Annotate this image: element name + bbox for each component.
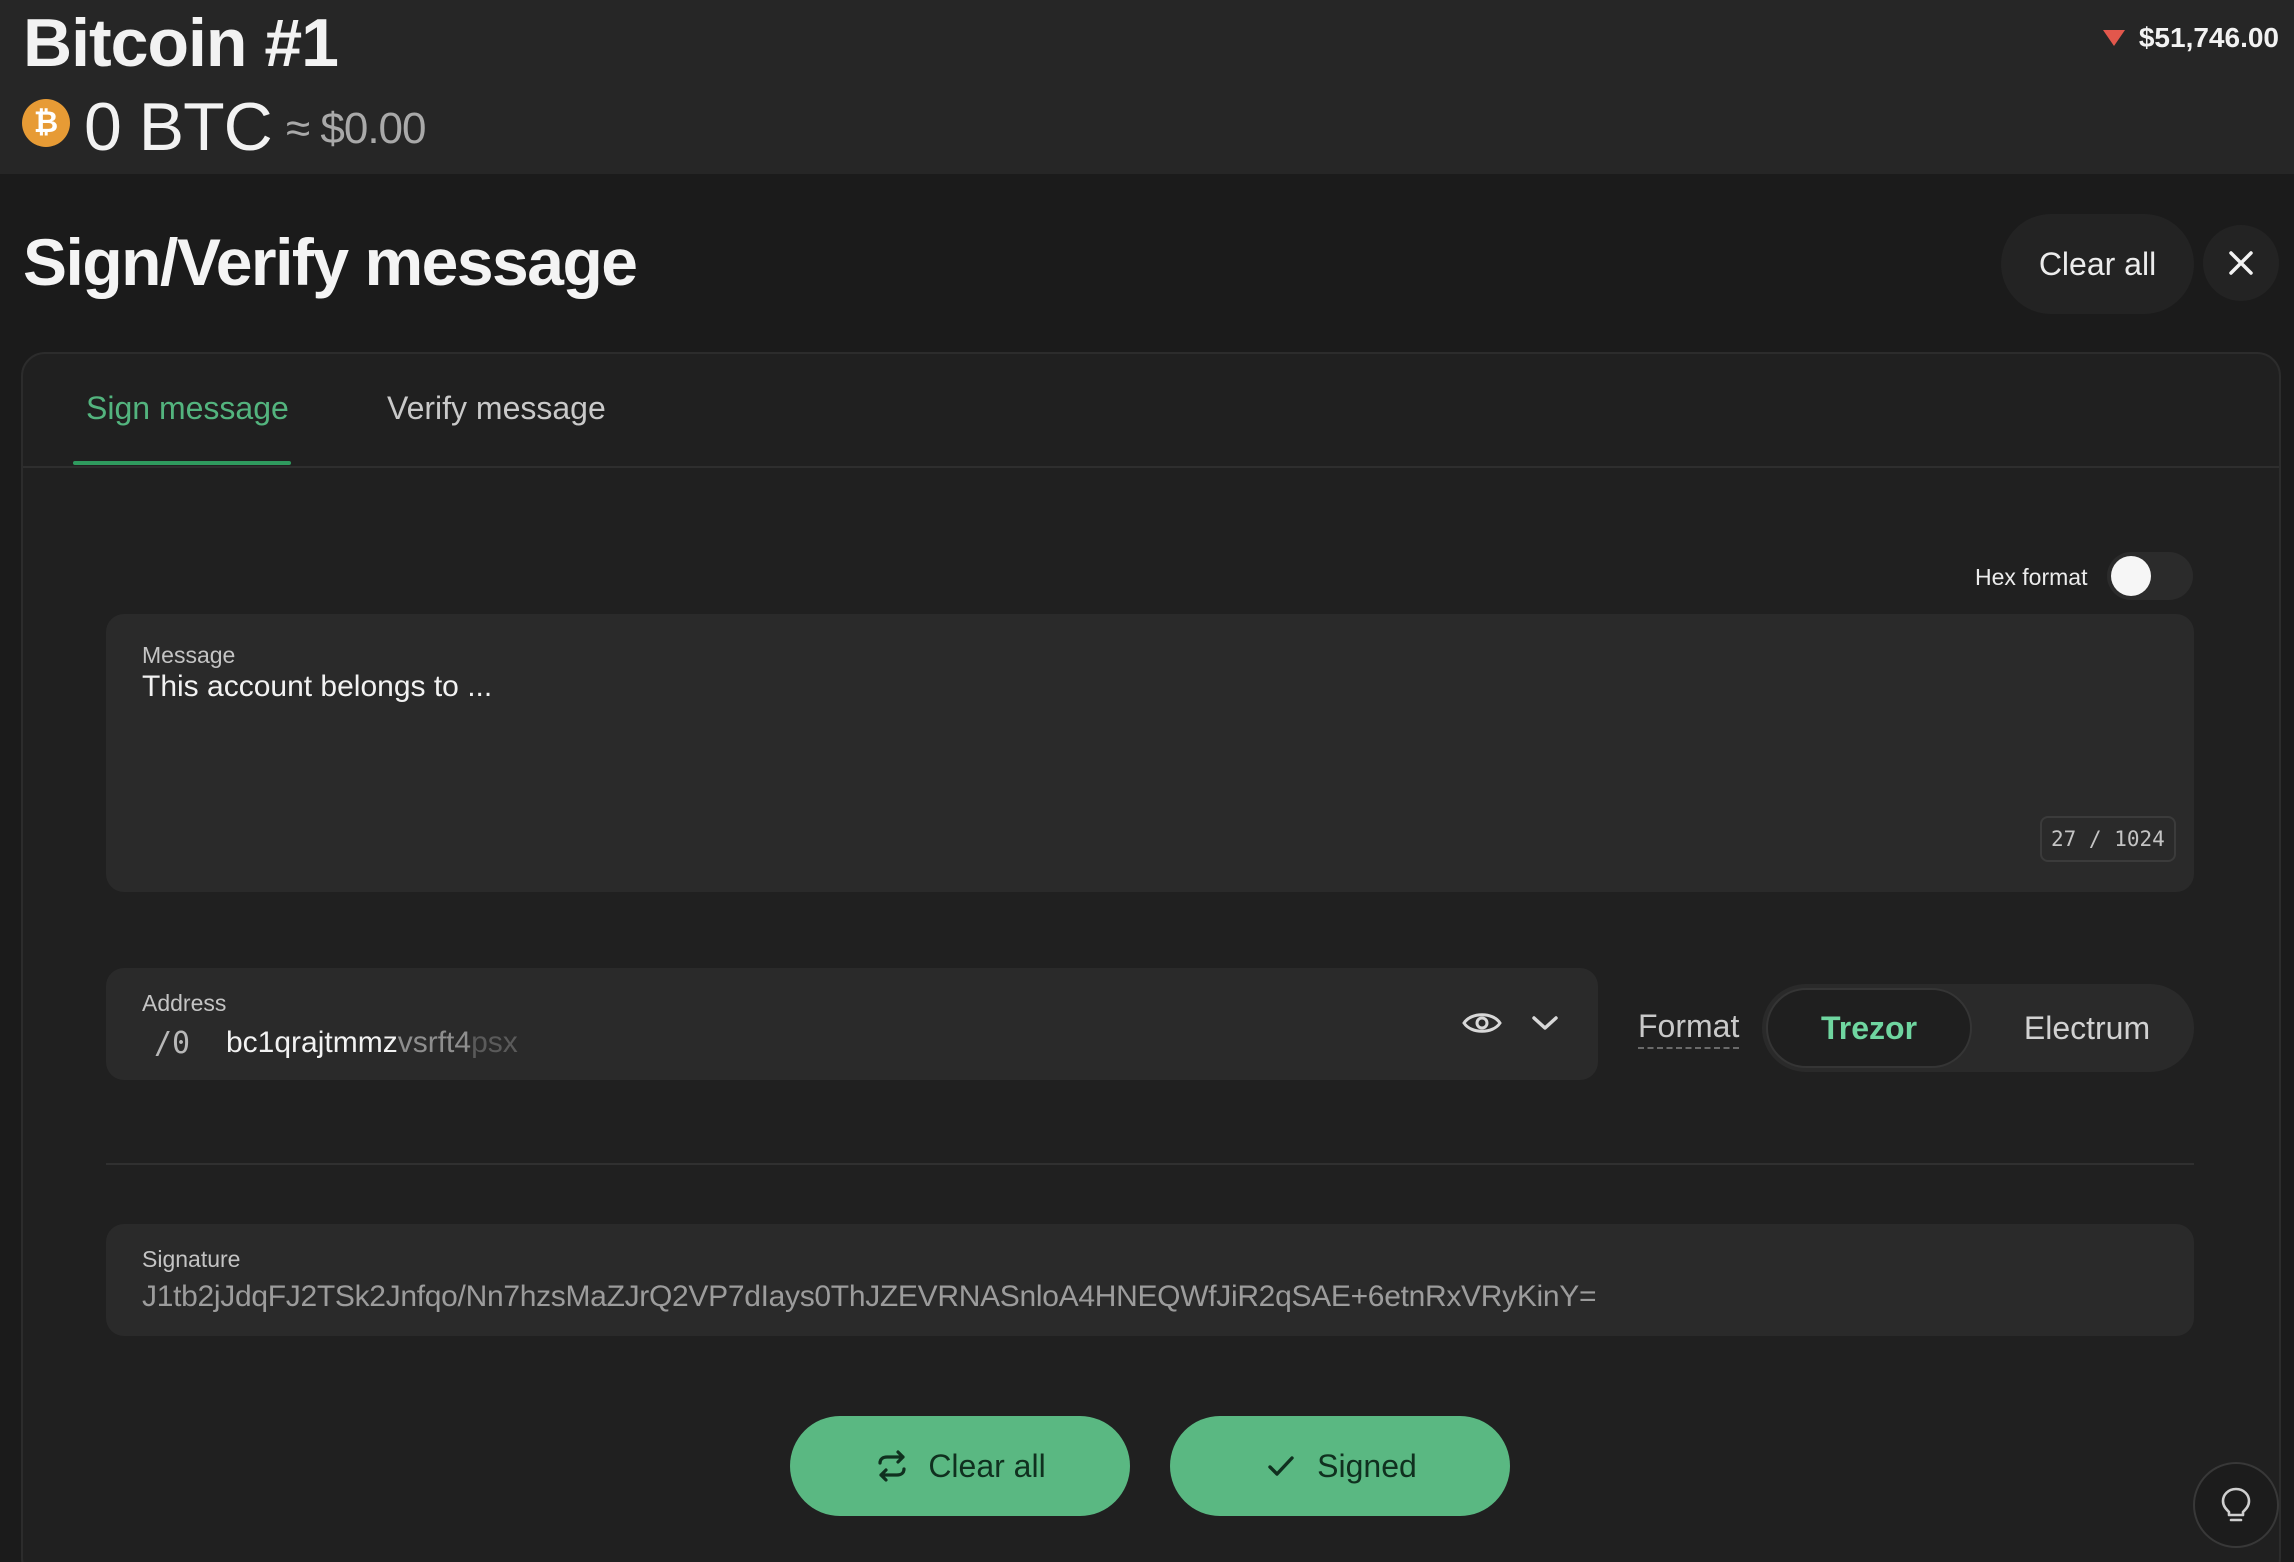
signed-button[interactable]: Signed bbox=[1170, 1416, 1510, 1516]
eye-icon[interactable] bbox=[1462, 1008, 1502, 1038]
character-counter: 27 / 1024 bbox=[2040, 816, 2176, 862]
address-value-faded: vsrft4 bbox=[397, 1026, 472, 1059]
account-header: Bitcoin #1 ₿ 0 BTC ≈ $0.00 $51,746.00 bbox=[0, 0, 2294, 174]
format-option-electrum[interactable]: Electrum bbox=[1984, 988, 2190, 1068]
address-select[interactable]: Address /0 bc1qrajtmmzvsrft4psx bbox=[106, 968, 1598, 1080]
refresh-icon bbox=[878, 1450, 906, 1482]
tab-sign-message[interactable]: Sign message bbox=[86, 390, 289, 427]
signature-label: Signature bbox=[142, 1246, 241, 1272]
address-value-visible: bc1qrajtmmz bbox=[226, 1026, 398, 1059]
toggle-knob bbox=[2111, 556, 2151, 596]
bitcoin-coin-icon: ₿ bbox=[22, 99, 70, 147]
derivation-path: /0 bbox=[154, 1026, 191, 1061]
clear-all-button-label: Clear all bbox=[928, 1447, 1046, 1484]
tab-verify-message[interactable]: Verify message bbox=[387, 390, 606, 427]
signature-field[interactable]: Signature J1tb2jJdqFJ2TSk2Jnfqo/Nn7hzsMa… bbox=[106, 1224, 2194, 1336]
tab-bar: Sign message Verify message bbox=[23, 354, 2279, 468]
price-down-arrow-icon bbox=[2102, 30, 2125, 46]
message-textarea[interactable]: Message This account belongs to ... 27 /… bbox=[106, 614, 2194, 892]
price-ticker[interactable]: $51,746.00 bbox=[2102, 22, 2279, 54]
sign-verify-card: Sign message Verify message bbox=[21, 352, 2281, 1562]
active-tab-indicator bbox=[73, 461, 291, 465]
account-name: Bitcoin #1 bbox=[23, 5, 339, 81]
message-value[interactable]: This account belongs to ... bbox=[142, 670, 492, 704]
format-segmented-control: Trezor Electrum bbox=[1762, 984, 2194, 1072]
fiat-balance: ≈ $0.00 bbox=[286, 104, 426, 153]
chevron-down-icon[interactable] bbox=[1530, 1012, 1560, 1034]
address-value-more-faded: psx bbox=[471, 1026, 518, 1059]
clear-all-button[interactable]: Clear all bbox=[790, 1416, 1130, 1516]
header-clear-all-button[interactable]: Clear all bbox=[2001, 214, 2194, 314]
checkmark-icon bbox=[1268, 1456, 1294, 1476]
signature-value[interactable]: J1tb2jJdqFJ2TSk2Jnfqo/Nn7hzsMaZJrQ2VP7dI… bbox=[142, 1280, 1597, 1314]
close-button[interactable] bbox=[2203, 225, 2279, 301]
close-icon bbox=[2229, 251, 2253, 275]
hex-format-toggle[interactable] bbox=[2107, 552, 2193, 600]
lightbulb-icon bbox=[2221, 1487, 2251, 1522]
page-title: Sign/Verify message bbox=[23, 225, 638, 299]
tips-button[interactable] bbox=[2193, 1462, 2279, 1548]
signed-button-label: Signed bbox=[1317, 1447, 1417, 1484]
format-label: Format bbox=[1638, 1008, 1740, 1049]
address-value: bc1qrajtmmzvsrft4psx bbox=[226, 1026, 518, 1060]
crypto-balance: 0 BTC bbox=[84, 89, 273, 165]
format-option-trezor[interactable]: Trezor bbox=[1766, 988, 1972, 1068]
hex-format-label: Hex format bbox=[1975, 564, 2088, 590]
message-label: Message bbox=[142, 642, 236, 668]
price-value: $51,746.00 bbox=[2138, 22, 2279, 53]
address-label: Address bbox=[142, 990, 227, 1016]
section-divider bbox=[106, 1163, 2194, 1165]
